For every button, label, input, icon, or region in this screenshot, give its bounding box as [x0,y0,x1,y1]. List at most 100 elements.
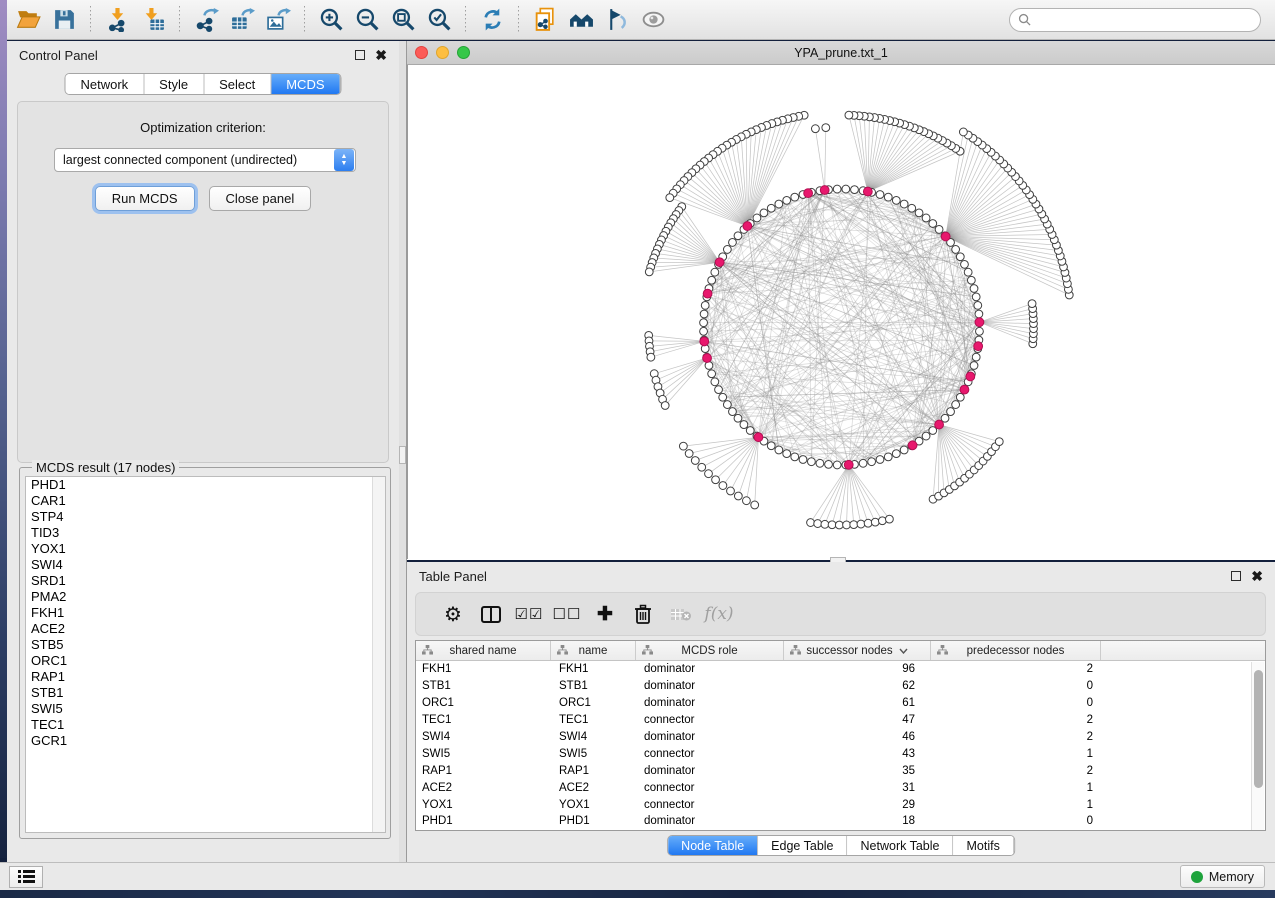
node[interactable] [851,186,859,194]
node[interactable] [821,520,829,528]
mcds-node[interactable] [715,258,724,267]
zoom-out-button[interactable] [349,4,385,36]
tab-node-table[interactable]: Node Table [668,836,758,855]
node[interactable] [791,193,799,201]
mcds-node[interactable] [703,289,712,298]
node[interactable] [807,458,815,466]
node[interactable] [833,185,841,193]
node[interactable] [729,408,737,416]
mcds-node[interactable] [935,420,944,429]
node[interactable] [833,461,841,469]
close-panel-icon[interactable]: ✖ [375,50,387,60]
mcds-node[interactable] [820,186,829,195]
function-builder-button[interactable]: f(x) [700,604,738,624]
node[interactable] [679,442,687,450]
node[interactable] [705,470,713,478]
node[interactable] [886,515,894,523]
mcds-result-item[interactable]: STB1 [26,685,385,701]
node[interactable] [900,200,908,208]
node[interactable] [884,193,892,201]
table-scrollbar-thumb[interactable] [1254,670,1263,788]
mcds-result-item[interactable]: ACE2 [26,621,385,637]
node[interactable] [975,310,983,318]
import-network-button[interactable] [99,4,135,36]
mcds-node[interactable] [966,372,975,381]
memory-button[interactable]: Memory [1180,865,1265,888]
node[interactable] [783,196,791,204]
node[interactable] [767,442,775,450]
tab-style[interactable]: Style [144,74,204,94]
mcds-result-item[interactable]: SRD1 [26,573,385,589]
node[interactable] [876,191,884,199]
node[interactable] [712,476,720,484]
node[interactable] [816,459,824,467]
node[interactable] [719,393,727,401]
node[interactable] [952,246,960,254]
node[interactable] [734,232,742,240]
node[interactable] [746,427,754,435]
node[interactable] [835,521,843,529]
node[interactable] [878,517,886,525]
node[interactable] [645,268,653,276]
task-history-button[interactable] [9,866,43,888]
column-header-predecessor-nodes[interactable]: predecessor nodes [931,641,1101,660]
tab-select[interactable]: Select [204,74,271,94]
zoom-in-button[interactable] [313,4,349,36]
mcds-node[interactable] [703,354,712,363]
hide-graphics-button[interactable] [635,4,671,36]
tab-network[interactable]: Network [65,74,144,94]
table-row[interactable]: SWI4 SWI4 dominator 46 2 [416,729,1265,746]
import-table-button[interactable] [135,4,171,36]
float-panel-icon[interactable] [1231,571,1241,581]
column-header-shared-name[interactable]: shared name [416,641,551,660]
mcds-result-item[interactable]: PMA2 [26,589,385,605]
create-column-button[interactable]: ✚ [586,603,624,626]
node[interactable] [857,520,865,528]
node[interactable] [915,209,923,217]
table-row[interactable]: SWI5 SWI5 connector 43 1 [416,745,1265,762]
mcds-result-item[interactable]: SWI4 [26,557,385,573]
open-session-button[interactable] [10,4,46,36]
node[interactable] [947,408,955,416]
tab-edge-table[interactable]: Edge Table [758,836,847,855]
table-row[interactable]: TEC1 TEC1 connector 47 2 [416,712,1265,729]
node[interactable] [811,125,819,133]
node[interactable] [859,459,867,467]
first-neighbors-button[interactable] [563,4,599,36]
close-panel-icon[interactable]: ✖ [1251,571,1263,581]
node[interactable] [698,463,706,471]
mcds-node[interactable] [700,337,709,346]
mcds-node[interactable] [908,441,917,450]
tab-motifs[interactable]: Motifs [953,836,1013,855]
mcds-result-item[interactable]: RAP1 [26,669,385,685]
node[interactable] [825,460,833,468]
search-input[interactable] [1031,13,1260,27]
export-image-button[interactable] [260,4,296,36]
column-header-successor-nodes[interactable]: successor nodes [784,641,931,660]
node[interactable] [723,401,731,409]
tab-mcds[interactable]: MCDS [271,74,340,94]
mcds-result-item[interactable]: STP4 [26,509,385,525]
mcds-list-scrollbar[interactable] [372,477,385,832]
mcds-result-item[interactable]: PHD1 [26,477,385,493]
node[interactable] [1028,300,1036,308]
table-row[interactable]: STB1 STB1 dominator 62 0 [416,678,1265,695]
mcds-node[interactable] [754,433,763,442]
float-panel-icon[interactable] [355,50,365,60]
table-scrollbar[interactable] [1251,662,1264,830]
node[interactable] [956,393,964,401]
node[interactable] [767,204,775,212]
node[interactable] [647,353,655,361]
node[interactable] [691,457,699,465]
node[interactable] [711,378,719,386]
node[interactable] [876,456,884,464]
node[interactable] [661,402,669,410]
node[interactable] [970,362,978,370]
node[interactable] [708,370,716,378]
mcds-result-item[interactable]: YOX1 [26,541,385,557]
node[interactable] [743,497,751,505]
mcds-node[interactable] [975,318,984,327]
mcds-node[interactable] [863,187,872,196]
optimization-criterion-select[interactable]: largest connected component (undirected)… [54,148,356,172]
node[interactable] [807,519,815,527]
